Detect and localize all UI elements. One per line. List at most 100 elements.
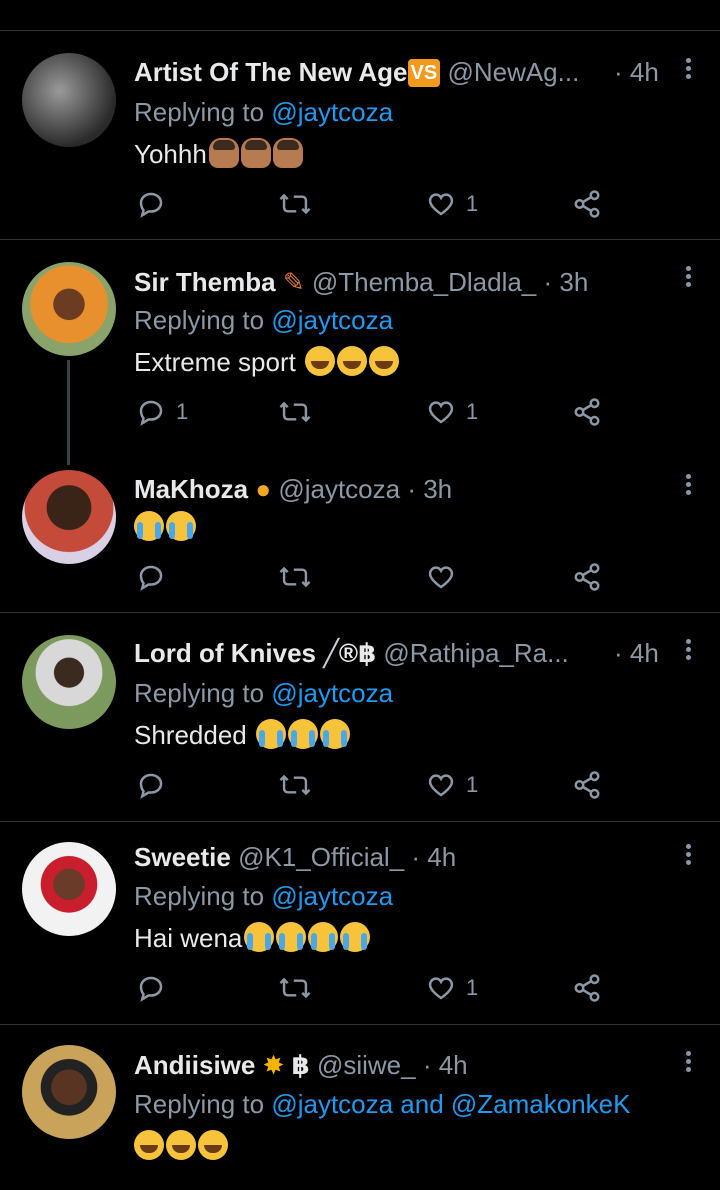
loudly-crying-emoji <box>134 511 164 541</box>
feather-icon: ✎ <box>282 267 305 297</box>
tweet-header: Artist Of The New Age VS @NewAg... <box>134 54 660 90</box>
share-icon <box>574 398 600 426</box>
retweet-icon <box>279 566 311 588</box>
tweet-header: Sweetie @K1_Official_ · 4h <box>134 839 660 875</box>
avatar[interactable] <box>22 262 116 356</box>
mention-link[interactable]: @jaytcoza <box>271 305 393 335</box>
mention-link[interactable]: @jaytcoza <box>271 881 393 911</box>
share-button[interactable] <box>572 968 602 1008</box>
share-button[interactable] <box>572 184 602 224</box>
tweet-text: Extreme sport <box>134 344 400 380</box>
like-button[interactable]: 1 <box>426 968 478 1008</box>
tweet-text: Hai wena <box>134 920 371 956</box>
honey-pot-emoji: ● <box>255 474 272 504</box>
like-icon <box>428 193 454 216</box>
handle[interactable]: @Rathipa_Ra... <box>383 638 568 668</box>
share-icon <box>574 974 600 1002</box>
reply-button[interactable]: 1 <box>136 392 188 432</box>
share-button[interactable] <box>572 557 602 597</box>
like-button[interactable]: 1 <box>426 765 478 805</box>
display-name[interactable]: Andiisiwe <box>134 1050 255 1080</box>
facepalm-emoji <box>272 138 303 168</box>
like-button[interactable]: 1 <box>426 392 478 432</box>
timestamp[interactable]: · 3h <box>544 267 589 297</box>
reply-icon <box>139 773 163 799</box>
handle[interactable]: @K1_Official_ <box>238 842 404 872</box>
timestamp[interactable]: · 4h <box>614 54 659 90</box>
display-name[interactable]: Sweetie <box>134 842 231 872</box>
more-icon[interactable] <box>682 474 694 498</box>
more-icon[interactable] <box>682 1051 694 1075</box>
reply-button[interactable] <box>136 557 176 597</box>
retweet-icon <box>279 774 311 796</box>
more-icon[interactable] <box>682 639 694 663</box>
facepalm-emoji <box>240 138 271 168</box>
share-icon <box>574 563 600 591</box>
knife-icon: ╱ <box>323 638 339 668</box>
loudly-crying-emoji <box>340 922 371 952</box>
mention-link[interactable]: @jaytcoza and @ZamakonkeK <box>271 1089 630 1119</box>
display-name[interactable]: Artist Of The New Age <box>134 57 408 87</box>
timestamp[interactable]: · 4h <box>614 635 659 671</box>
tweet-header: Lord of Knives ╱®฿ @Rathipa_Ra... <box>134 635 660 671</box>
like-icon <box>428 566 454 589</box>
loudly-crying-emoji <box>288 719 318 749</box>
share-icon <box>574 190 600 218</box>
replying-to: Replying to @jaytcoza <box>134 881 394 911</box>
loudly-crying-emoji <box>256 719 286 749</box>
display-name[interactable]: MaKhoza <box>134 474 248 504</box>
timestamp[interactable]: · 4h <box>411 842 456 872</box>
retweet-button[interactable] <box>278 765 312 805</box>
avatar[interactable] <box>22 53 116 147</box>
retweet-icon <box>279 193 311 215</box>
avatar[interactable] <box>22 1045 116 1139</box>
retweet-button[interactable] <box>278 968 312 1008</box>
retweet-button[interactable] <box>278 184 312 224</box>
action-bar: 1 1 <box>134 392 614 432</box>
like-button[interactable]: 1 <box>426 184 478 224</box>
retweet-button[interactable] <box>278 557 312 597</box>
more-icon[interactable] <box>682 266 694 290</box>
tweet[interactable]: Andiisiwe ✸ ฿ @siiwe_ · 4h Replying to @… <box>0 1025 720 1190</box>
reply-button[interactable] <box>136 765 176 805</box>
avatar[interactable] <box>22 470 116 564</box>
tweet-text <box>134 1128 228 1164</box>
handle[interactable]: @siiwe_ <box>317 1050 416 1080</box>
share-button[interactable] <box>572 765 602 805</box>
share-icon <box>574 771 600 799</box>
action-bar: 1 <box>134 968 614 1008</box>
tweet[interactable]: Sweetie @K1_Official_ · 4h Replying to @… <box>0 822 720 1025</box>
rofl-emoji <box>337 346 368 376</box>
tweet[interactable]: Sir Themba ✎ @Themba_Dladla_ · 3h Replyi… <box>0 240 720 465</box>
loudly-crying-emoji <box>244 922 275 952</box>
retweet-button[interactable] <box>278 392 312 432</box>
more-icon[interactable] <box>682 844 694 868</box>
rofl-emoji <box>305 346 336 376</box>
mention-link[interactable]: @jaytcoza <box>271 97 393 127</box>
reply-button[interactable] <box>136 968 176 1008</box>
handle[interactable]: @NewAg... <box>447 57 579 87</box>
tweet-text <box>134 509 196 545</box>
avatar[interactable] <box>22 635 116 729</box>
like-icon <box>428 774 454 797</box>
display-name[interactable]: Lord of Knives <box>134 638 316 668</box>
more-icon[interactable] <box>682 58 694 82</box>
handle[interactable]: @jaytcoza <box>278 474 400 504</box>
share-button[interactable] <box>572 392 602 432</box>
timestamp[interactable]: · 3h <box>407 474 452 504</box>
tweet[interactable]: MaKhoza ● @jaytcoza · 3h <box>0 448 720 613</box>
handle[interactable]: @Themba_Dladla_ <box>312 267 536 297</box>
tweet[interactable]: Artist Of The New Age VS @NewAg... · 4h R… <box>0 31 720 240</box>
tweet[interactable]: Lord of Knives ╱®฿ @Rathipa_Ra... · 4h R… <box>0 613 720 822</box>
avatar[interactable] <box>22 842 116 936</box>
display-name[interactable]: Sir Themba <box>134 267 276 297</box>
joy-emoji <box>198 1130 228 1160</box>
reply-icon <box>139 192 163 218</box>
tweet-header: Sir Themba ✎ @Themba_Dladla_ · 3h <box>134 264 660 300</box>
like-button[interactable] <box>426 557 466 597</box>
replying-to: Replying to @jaytcoza <box>134 678 394 708</box>
joy-emoji <box>134 1130 164 1160</box>
reply-button[interactable] <box>136 184 176 224</box>
timestamp[interactable]: · 4h <box>423 1050 468 1080</box>
mention-link[interactable]: @jaytcoza <box>271 678 393 708</box>
